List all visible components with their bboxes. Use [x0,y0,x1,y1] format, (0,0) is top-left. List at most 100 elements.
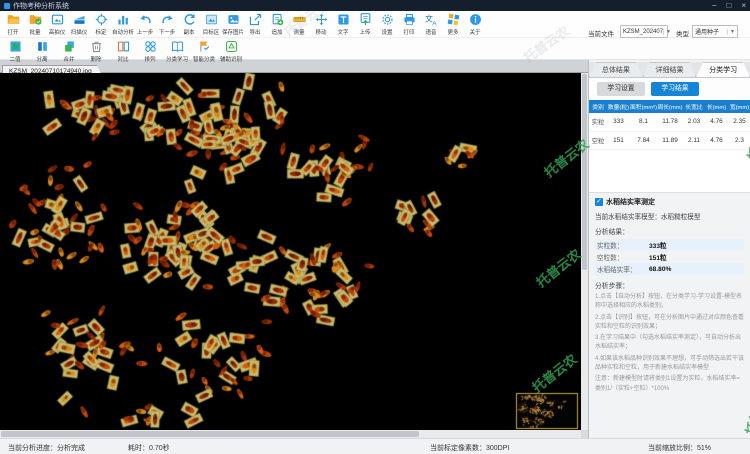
toolbar-button-move[interactable]: 移动 [310,11,332,37]
toolbar-button-scanner[interactable]: 扫描仪 [68,11,90,37]
table-header-cell: 长(mm) [705,100,728,113]
text-icon [337,13,350,26]
tab-总体结果[interactable]: 总体结果 [589,62,643,77]
table-row[interactable]: 实粒 333 8.1 11.78 2.03 4.76 2.35 [589,113,750,132]
settings-icon [381,13,394,26]
learn-settings-button[interactable]: 学习设置 [597,82,645,96]
toolbar-button-auto-analyze[interactable]: 自动分析 [112,11,134,37]
vertical-scrollbar[interactable] [581,73,588,430]
merge-icon [63,40,76,53]
table-cell: 7.84 [630,131,657,150]
rice-rate-checkbox[interactable]: ✓ 水稻结实率测定 [595,197,744,207]
tab-分类学习[interactable]: 分类学习 [696,62,750,77]
table-header-cell: 数量(粒) [607,100,630,113]
toolbar-button-batch[interactable]: 批量 [24,11,46,37]
toolbar-button-label: 合并 [63,57,76,63]
table-header-cell: 面积(mm²) [630,100,657,113]
result-value: 68.80% [649,265,672,273]
toolbar-button-more[interactable]: 更多 [442,11,464,37]
toolbar-button-save-image[interactable]: 保存图片 [222,11,244,37]
toolbar-button-merge[interactable]: 合并 [56,38,83,63]
toolbar-button-redo[interactable]: 下一步 [156,11,178,37]
seed-type-select[interactable]: 通用种子 ▼ [692,25,738,38]
horizontal-scrollbar[interactable] [0,430,581,438]
minimize-button[interactable]: − [712,0,717,11]
table-row[interactable]: 空粒 151 7.84 11.89 2.11 4.76 2.3 [589,131,750,150]
toolbar-button-export[interactable]: 导出 [244,11,266,37]
toolbar-button-binary[interactable]: 二值 [2,38,29,63]
arrange-icon [144,40,157,53]
analysis-step: 1.点击【自动分析】按钮，在分类学习-学习设置-模型名称中选择相应的水稻类别。 [595,294,743,310]
toolbar-button-arrange[interactable]: 排列 [137,38,164,63]
table-cell: 2.35 [728,113,750,132]
toolbar-button-append[interactable]: 追加 [266,11,288,37]
learn-results-button[interactable]: 学习结果 [651,82,699,96]
toolbar-button-label: 关于 [469,30,481,36]
app-window: 作物考种分析系统 − □ × 打开 批量 高拍仪 扫描仪 标定 自动分析 上一步 下一步 副本 目… [0,0,750,454]
scanner-icon [73,13,86,26]
batch-icon [29,13,42,26]
toolbar-button-label: 删除 [90,57,103,63]
toolbar-button-text[interactable]: 文字 [332,11,354,37]
assist-recognize-icon [225,40,238,53]
toolbar-button-measure[interactable]: 测量 [288,11,310,37]
toolbar-button-open[interactable]: 打开 [2,11,24,37]
binary-icon [9,40,22,53]
toolbar-button-about[interactable]: 关于 [464,11,486,37]
export-icon [249,13,262,26]
auto-analyze-icon [117,13,130,26]
rice-rate-section: ✓ 水稻结实率测定 当前水稻结实率模型：水稻糙粒模型 分析结果： 实粒数： 333… [589,192,750,394]
table-header-cell: 宽(mm) [728,100,750,113]
copy-icon [183,13,196,26]
result-label: 空粒数： [597,255,624,262]
about-icon [469,13,482,26]
table-cell: 实粒 [589,113,607,132]
toolbar-button-label: 副本 [183,30,195,36]
status-bar: 当前分析进度：分析完成 耗时：0.70秒 当前标定像素数：300DPI 当前缩放… [0,438,750,454]
result-value: 151粒 [649,255,667,262]
analysis-result-title: 分析结果： [595,229,629,236]
toolbar-button-undo[interactable]: 上一步 [134,11,156,37]
analysis-image[interactable] [0,73,581,430]
toolbar-button-separate[interactable]: 分离 [29,38,56,63]
app-logo-icon [4,2,10,9]
result-row: 实粒数： 333粒 [595,239,744,251]
toolbar-button-assist-recognize[interactable]: 辅助识别 [218,38,245,63]
toolbar-button-smart-classify[interactable]: 智能分类 [191,38,218,63]
toolbar-button-upload[interactable]: 上传 [354,11,376,37]
target-area-icon [205,13,218,26]
result-label: 水稻结实率： [597,267,637,274]
toolbar-button-settings[interactable]: 设置 [376,11,398,37]
analysis-steps-title: 分析步骤： [595,283,629,290]
result-label: 实粒数： [597,243,624,250]
toolbar-button-calibrate[interactable]: 标定 [90,11,112,37]
undo-icon [139,13,152,26]
image-viewer: KZSM_20240710174940.jpg 托普云农 托普云农 托普云农 [0,60,592,438]
result-row: 空粒数： 151粒 [595,251,744,263]
analysis-step: 4.如果该水稻品种识别效果不理想，可手动筛选出若干该品种实粒和空粒，用于新建水稻… [595,355,745,372]
toolbar-button-print[interactable]: 打印 [398,11,420,37]
toolbar-button-delete[interactable]: 删除 [83,38,110,63]
table-cell: 2.3 [728,131,750,150]
toolbar-button-doc-camera[interactable]: 高拍仪 [46,11,68,37]
more-icon [447,13,460,26]
tab-详细结果[interactable]: 详细结果 [643,62,697,77]
table-cell: 2.11 [683,131,705,150]
close-button[interactable]: × [741,0,746,11]
results-table: 类别 数量(粒) 面积(mm²) 周长(mm) 长宽比 长(mm) 宽(mm) 实粒 333 8… [589,100,750,150]
toolbar-button-label: 辅助识别 [220,57,243,63]
print-icon [403,13,416,26]
toolbar-button-copy[interactable]: 副本 [178,11,200,37]
seed-type-label: 类型 [676,31,689,38]
toolbar-button-compare[interactable]: 对比 [110,38,137,63]
table-cell: 空粒 [589,131,607,150]
toolbar-button-label: 导出 [249,30,261,36]
current-file-select[interactable]: KZSM_202407 ▼ [620,25,671,38]
toolbar-button-classify-learn[interactable]: 分类学习 [164,38,191,63]
results-panel: 总体结果 详细结果 分类学习 学习设置 学习结果 类别 数量(粒) 面积(mm²) 周长(m… [588,60,750,438]
maximize-button[interactable]: □ [726,0,731,11]
toolbar-button-label: 二值 [9,57,22,63]
toolbar-button-target-area[interactable]: 目标区 [200,11,222,37]
toolbar-button-voice[interactable]: 文 A 语音 [420,11,442,37]
toolbar-button-label: 下一步 [158,30,176,36]
